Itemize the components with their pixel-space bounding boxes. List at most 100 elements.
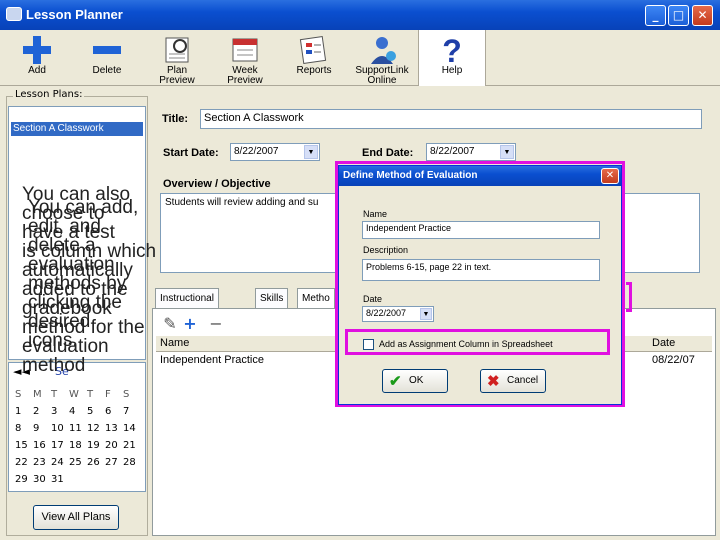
plan-preview-button[interactable]: Plan Preview (143, 30, 211, 86)
define-method-dialog: Define Method of Evaluation ✕ Name Indep… (338, 165, 622, 405)
method-name-input[interactable]: Independent Practice (362, 221, 600, 239)
calendar-day[interactable]: 14 (123, 423, 136, 434)
chevron-down-icon[interactable]: ▼ (304, 145, 318, 159)
reports-icon (299, 36, 327, 64)
window-title: Lesson Planner (26, 7, 123, 22)
calendar-day[interactable]: 16 (33, 440, 46, 451)
calendar-day[interactable]: 31 (51, 474, 64, 485)
calendar-day[interactable]: 2 (33, 406, 39, 417)
calendar-day[interactable]: 24 (51, 457, 64, 468)
reports-button[interactable]: Reports (280, 30, 348, 86)
chevron-down-icon[interactable]: ▼ (500, 145, 514, 159)
add-button[interactable]: Add (3, 30, 71, 86)
cancel-button[interactable]: ✖ Cancel (480, 369, 546, 393)
calendar-day[interactable]: 23 (33, 457, 46, 468)
lesson-plan-list[interactable]: Section A Classwork (8, 106, 146, 360)
close-button[interactable]: ✕ (692, 5, 713, 26)
calendar-day[interactable]: 21 (123, 440, 136, 451)
mini-calendar: ◄◄ Se S M T W T F S 1 2 3 4 5 6 7 8 9 10 11 12 13 14 15 16 17 18… (8, 362, 146, 492)
dialog-name-label: Name (363, 209, 388, 219)
calendar-day[interactable]: 4 (69, 406, 75, 417)
calendar-day[interactable]: 6 (105, 406, 111, 417)
check-icon: ✔ (389, 373, 402, 390)
calendar-day[interactable]: 11 (69, 423, 82, 434)
method-date-value: 8/22/2007 (366, 308, 407, 318)
ok-button[interactable]: ✔ OK (382, 369, 448, 393)
calendar-day[interactable]: 15 (15, 440, 28, 451)
calendar-day[interactable]: 10 (51, 423, 64, 434)
method-name-cell: Independent Practice (160, 354, 264, 366)
calendar-day[interactable]: 28 (123, 457, 136, 468)
column-header-date[interactable]: Date (652, 337, 675, 349)
calendar-month: Se (55, 365, 69, 378)
maximize-button[interactable]: □ (668, 5, 689, 26)
week-preview-icon (232, 38, 258, 62)
help-icon: ? (442, 34, 462, 66)
calendar-day[interactable]: 7 (123, 406, 129, 417)
tab-skills[interactable]: Skills (255, 288, 289, 308)
calendar-prev-button[interactable]: ◄◄ (13, 365, 30, 378)
calendar-weekday: S (15, 389, 22, 400)
end-date-picker[interactable]: 8/22/2007 ▼ (426, 143, 516, 161)
column-header-name[interactable]: Name (160, 337, 189, 349)
calendar-day[interactable]: 8 (15, 423, 21, 434)
support-button[interactable]: SupportLink Online (348, 30, 416, 86)
plan-preview-icon (165, 37, 189, 63)
delete-button[interactable]: Delete (73, 30, 141, 86)
checkbox-highlight (345, 329, 610, 355)
start-date-value: 8/22/2007 (234, 146, 279, 157)
week-preview-label: Week Preview (227, 65, 263, 86)
close-icon[interactable]: ✕ (601, 168, 619, 184)
delete-method-icon[interactable]: − (206, 314, 226, 334)
support-icon (371, 37, 396, 64)
method-description-input[interactable]: Problems 6-15, page 22 in text. (362, 259, 600, 281)
calendar-day[interactable]: 19 (87, 440, 100, 451)
calendar-weekday: T (87, 389, 94, 400)
calendar-weekday: W (69, 389, 79, 400)
calendar-day[interactable]: 5 (87, 406, 93, 417)
calendar-day[interactable]: 30 (33, 474, 46, 485)
week-preview-button[interactable]: Week Preview (211, 30, 279, 86)
pencil-icon[interactable]: ✎ (160, 314, 180, 334)
cancel-label: Cancel (507, 375, 539, 386)
calendar-weekday: T (51, 389, 58, 400)
tab-methods[interactable]: Metho (297, 288, 335, 308)
dialog-date-label: Date (363, 294, 383, 304)
tab-instructional-plans[interactable]: Instructional Plans (155, 288, 219, 324)
calendar-weekday: M (33, 389, 42, 400)
end-date-label: End Date: (362, 147, 414, 159)
chevron-down-icon[interactable]: ▼ (420, 308, 432, 320)
reports-label: Reports (296, 65, 332, 76)
app-icon (6, 7, 22, 21)
start-date-label: Start Date: (163, 147, 219, 159)
overview-text: Students will review adding and su (165, 197, 319, 208)
calendar-day[interactable]: 26 (87, 457, 100, 468)
calendar-day[interactable]: 29 (15, 474, 28, 485)
methods-highlight-edge (626, 282, 632, 312)
list-item-selected[interactable]: Section A Classwork (11, 122, 143, 136)
calendar-day[interactable]: 9 (33, 423, 39, 434)
title-label: Title: (162, 113, 189, 125)
calendar-day[interactable]: 25 (69, 457, 82, 468)
method-date-cell: 08/22/07 (652, 354, 695, 366)
minimize-button[interactable]: _ (645, 5, 666, 26)
calendar-day[interactable]: 18 (69, 440, 82, 451)
title-bar: Lesson Planner _ □ ✕ (0, 0, 720, 30)
calendar-day[interactable]: 27 (105, 457, 118, 468)
calendar-day[interactable]: 22 (15, 457, 28, 468)
calendar-day[interactable]: 13 (105, 423, 118, 434)
title-input[interactable]: Section A Classwork (200, 109, 702, 129)
help-button[interactable]: ? Help (418, 30, 486, 86)
lesson-plans-legend: Lesson Plans: (13, 89, 85, 100)
method-date-picker[interactable]: 8/22/2007 ▼ (362, 306, 434, 322)
calendar-day[interactable]: 12 (87, 423, 100, 434)
calendar-day[interactable]: 3 (51, 406, 57, 417)
add-icon (23, 36, 51, 64)
calendar-day[interactable]: 20 (105, 440, 118, 451)
start-date-picker[interactable]: 8/22/2007 ▼ (230, 143, 320, 161)
ok-label: OK (409, 375, 424, 386)
calendar-day[interactable]: 17 (51, 440, 64, 451)
add-method-icon[interactable]: + (180, 314, 200, 334)
calendar-day[interactable]: 1 (15, 406, 21, 417)
view-all-plans-button[interactable]: View All Plans (33, 505, 119, 530)
